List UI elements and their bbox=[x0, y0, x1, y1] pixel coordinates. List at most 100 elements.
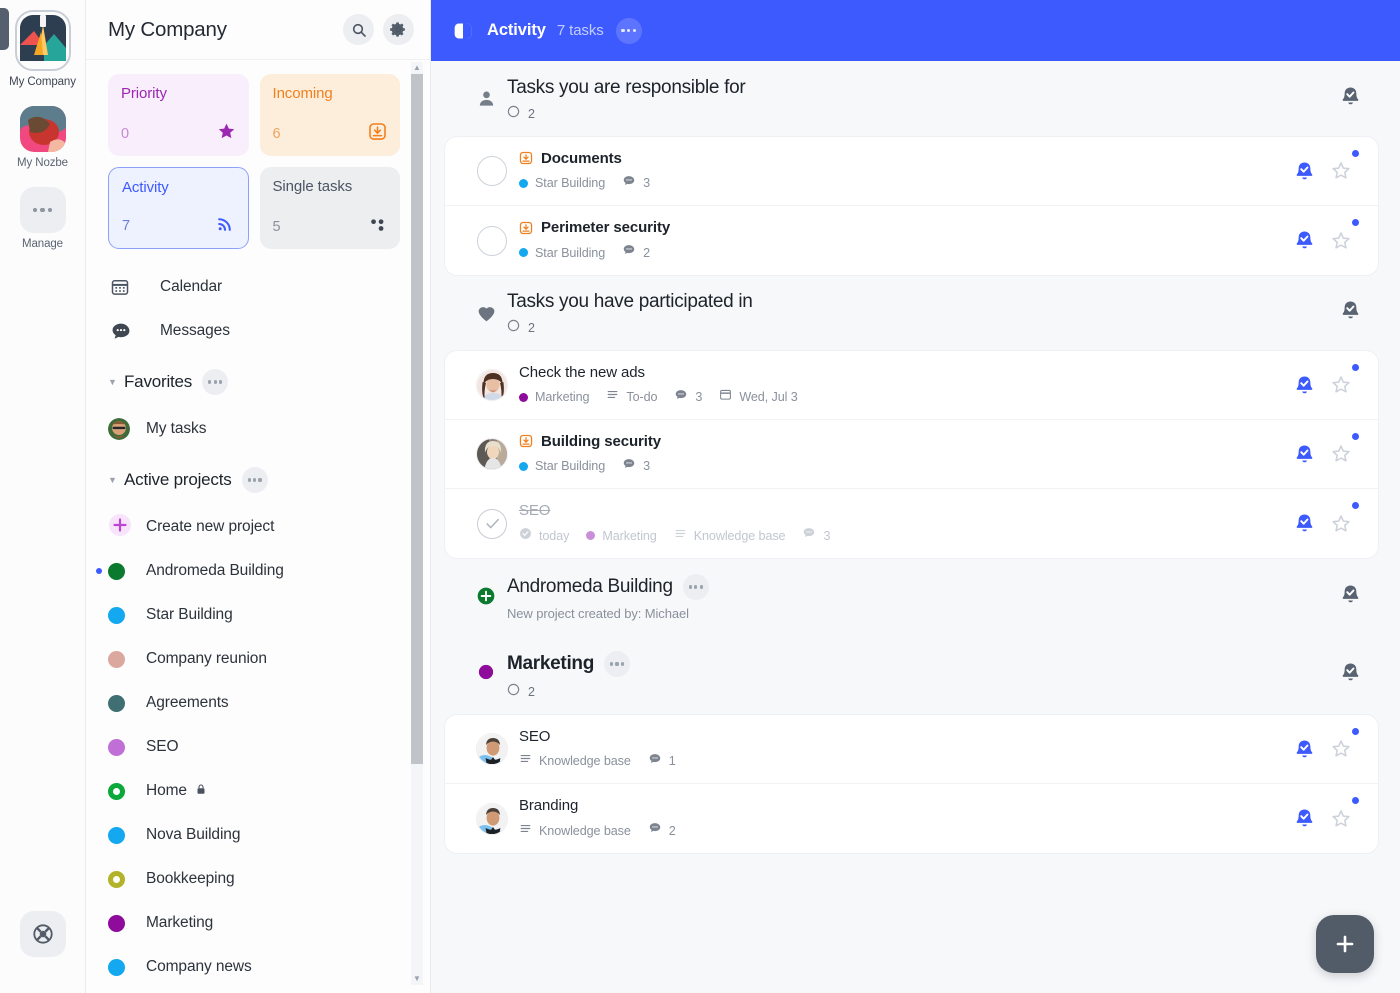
bell-check-icon[interactable] bbox=[1293, 374, 1316, 397]
active-projects-section-header[interactable]: ▼ Active projects bbox=[108, 455, 400, 505]
heart-icon bbox=[465, 291, 507, 324]
bell-check-icon[interactable] bbox=[1293, 807, 1316, 830]
comment-icon bbox=[622, 457, 636, 476]
task-checkbox[interactable] bbox=[477, 156, 507, 186]
star-icon[interactable] bbox=[1330, 443, 1352, 465]
bell-check-icon[interactable] bbox=[1293, 738, 1316, 761]
bell-check-icon[interactable] bbox=[1293, 512, 1316, 535]
search-icon[interactable] bbox=[343, 14, 374, 45]
gear-icon[interactable] bbox=[383, 14, 414, 45]
star-icon[interactable] bbox=[1330, 513, 1352, 535]
tile-activity[interactable]: Activity 7 bbox=[108, 167, 249, 249]
star-icon[interactable] bbox=[1330, 230, 1352, 252]
sidebar-item-project[interactable]: Company news bbox=[108, 945, 400, 989]
workspace-manage[interactable]: Manage bbox=[19, 187, 66, 250]
star-icon[interactable] bbox=[1330, 808, 1352, 830]
task-actions bbox=[1293, 512, 1364, 535]
ellipsis-icon[interactable] bbox=[682, 574, 709, 600]
sidebar-item-project[interactable]: Bookkeeping bbox=[108, 857, 400, 901]
task-row[interactable]: SEO today Marketing Knowledge base 3 bbox=[445, 489, 1378, 558]
bell-check-icon[interactable] bbox=[1339, 85, 1362, 113]
task-row[interactable]: Branding Knowledge base 2 bbox=[445, 784, 1378, 853]
workspace-my-nozbe[interactable]: My Nozbe bbox=[17, 106, 68, 169]
chevron-down-icon[interactable]: ▼ bbox=[108, 475, 120, 485]
chevron-down-icon[interactable]: ▼ bbox=[108, 377, 120, 387]
task-row[interactable]: SEO Knowledge base 1 bbox=[445, 715, 1378, 784]
tile-single-tasks[interactable]: Single tasks 5 bbox=[259, 167, 400, 249]
sidebar-item-my-tasks[interactable]: My tasks bbox=[108, 407, 400, 451]
star-icon[interactable] bbox=[1330, 738, 1352, 760]
task-meta-chip: 1 bbox=[648, 752, 676, 771]
scroll-up-arrow[interactable]: ▲ bbox=[413, 62, 421, 74]
project-color-dot bbox=[108, 606, 125, 624]
tile-priority[interactable]: Priority 0 bbox=[108, 74, 249, 156]
task-meta-text: 3 bbox=[643, 459, 651, 473]
star-icon[interactable] bbox=[1330, 374, 1352, 396]
task-meta-text: Marketing bbox=[535, 390, 590, 404]
sidebar-item-project[interactable]: Star Building bbox=[108, 593, 400, 637]
lifebuoy-icon[interactable] bbox=[20, 911, 66, 957]
app-root: My Company My Nozbe Manage My Company Pr… bbox=[0, 0, 1400, 993]
task-meta-chip: 3 bbox=[802, 526, 830, 545]
task-meta-text: today bbox=[539, 528, 570, 543]
project-color-dot bbox=[108, 914, 125, 932]
bell-check-icon[interactable] bbox=[1293, 229, 1316, 252]
bell-check-icon[interactable] bbox=[1339, 299, 1362, 327]
workspace-my-company[interactable]: My Company bbox=[9, 10, 76, 88]
favorites-section-header[interactable]: ▼ Favorites bbox=[108, 357, 400, 407]
bell-check-icon[interactable] bbox=[1339, 583, 1362, 611]
project-color-dot bbox=[108, 694, 125, 712]
task-meta-chip: Knowledge base bbox=[674, 527, 786, 545]
sidebar-edge-handle[interactable] bbox=[0, 8, 9, 50]
add-task-button[interactable] bbox=[1316, 915, 1374, 973]
task-row[interactable]: Documents Star Building 3 bbox=[445, 137, 1378, 206]
group-title: Marketing bbox=[507, 653, 595, 674]
scroll-down-arrow[interactable]: ▼ bbox=[413, 973, 421, 985]
ellipsis-icon[interactable] bbox=[202, 369, 229, 395]
project-dot-wrap bbox=[108, 694, 146, 712]
project-color-dot bbox=[108, 826, 125, 844]
sidebar-item-label: Nova Building bbox=[146, 826, 241, 843]
project-dot-wrap bbox=[108, 650, 146, 668]
task-meta-chip: today bbox=[519, 527, 569, 545]
sidebar-item-project[interactable]: Andromeda Building bbox=[96, 549, 400, 593]
star-icon[interactable] bbox=[1330, 160, 1352, 182]
sidebar-item-project[interactable]: Company reunion bbox=[108, 637, 400, 681]
circle-outline-icon bbox=[507, 105, 520, 123]
task-row[interactable]: Check the new ads Marketing To-do 3 Wed, … bbox=[445, 351, 1378, 420]
task-card: Check the new ads Marketing To-do 3 Wed, … bbox=[445, 351, 1378, 558]
sidebar-item-messages[interactable]: Messages bbox=[108, 309, 400, 353]
task-meta: Star Building 3 bbox=[519, 174, 1293, 193]
create-new-project-button[interactable]: Create new project bbox=[108, 505, 400, 549]
sidebar-scrollbar-thumb[interactable] bbox=[411, 74, 423, 764]
project-color-dot bbox=[519, 178, 528, 188]
sidebar-item-project[interactable]: Nova Building bbox=[108, 813, 400, 857]
project-color-dot bbox=[519, 461, 528, 471]
tile-incoming[interactable]: Incoming 6 bbox=[259, 74, 400, 156]
group-body: Marketing 2 bbox=[507, 651, 1376, 701]
task-checkbox-completed[interactable] bbox=[477, 508, 507, 539]
sidebar-nav: Calendar Messages bbox=[108, 265, 400, 353]
task-row[interactable]: Perimeter security Star Building 2 bbox=[445, 206, 1378, 275]
icon-wrap bbox=[108, 513, 146, 542]
panel-toggle-icon[interactable] bbox=[453, 21, 473, 41]
task-checkbox[interactable] bbox=[477, 225, 507, 256]
sidebar-item-calendar[interactable]: Calendar bbox=[108, 265, 400, 309]
bell-check-icon[interactable] bbox=[1339, 661, 1362, 689]
task-title: SEO bbox=[519, 727, 551, 745]
sidebar-item-project[interactable]: Agreements bbox=[108, 681, 400, 725]
ellipsis-icon[interactable] bbox=[615, 17, 642, 44]
task-row[interactable]: Building security Star Building 3 bbox=[445, 420, 1378, 489]
sidebar-item-project[interactable]: SEO bbox=[108, 725, 400, 769]
sidebar-item-project[interactable]: Marketing bbox=[108, 901, 400, 945]
bell-check-icon[interactable] bbox=[1293, 443, 1316, 466]
ellipsis-icon[interactable] bbox=[604, 651, 631, 677]
task-title: Perimeter security bbox=[541, 219, 671, 236]
group-count: 2 bbox=[507, 105, 1376, 123]
bell-check-icon[interactable] bbox=[1293, 160, 1316, 183]
sidebar-item-project[interactable]: Home bbox=[108, 769, 400, 813]
task-body: Building security Star Building 3 bbox=[519, 433, 1293, 476]
inbox-download-icon bbox=[519, 151, 533, 165]
task-meta-text: Knowledge base bbox=[693, 528, 786, 543]
ellipsis-icon[interactable] bbox=[241, 467, 268, 493]
